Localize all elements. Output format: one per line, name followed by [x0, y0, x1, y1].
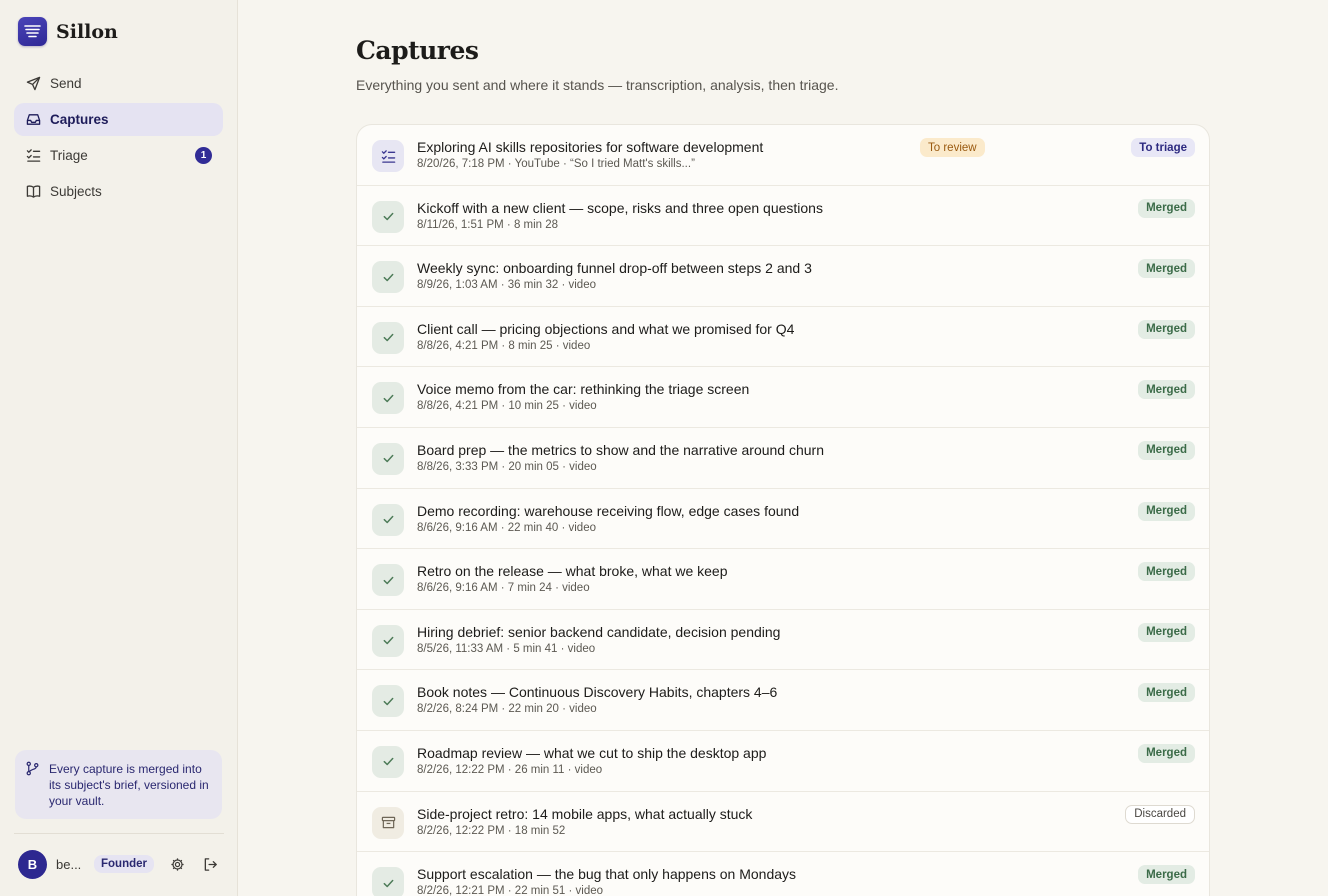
- capture-title: Demo recording: warehouse receiving flow…: [417, 502, 800, 519]
- capture-title: Retro on the release — what broke, what …: [417, 563, 728, 580]
- user-name: be...: [56, 856, 82, 872]
- capture-meta: 8/11/26, 1:51 PM · 8 min 28: [417, 218, 559, 231]
- capture-title: Book notes — Continuous Discovery Habits…: [417, 684, 778, 701]
- sidebar-item-captures[interactable]: Captures: [14, 103, 223, 136]
- captures-list: Exploring AI skills repositories for sof…: [356, 124, 1210, 896]
- send-icon: [25, 76, 41, 92]
- capture-row[interactable]: Demo recording: warehouse receiving flow…: [357, 489, 1209, 550]
- check-icon: [372, 745, 404, 778]
- capture-title: Exploring AI skills repositories for sof…: [417, 139, 764, 155]
- sidebar: Sillon Send Captures Triage 1 Subjects E…: [0, 0, 238, 896]
- status-badge: Merged: [1138, 198, 1195, 218]
- capture-meta: 8/6/26, 9:16 AM · 22 min 40 · video: [417, 521, 596, 534]
- status-badge: Merged: [1138, 259, 1195, 279]
- check-icon: [372, 564, 404, 597]
- sidebar-item-triage[interactable]: Triage 1: [14, 139, 223, 172]
- capture-row[interactable]: Hiring debrief: senior backend candidate…: [357, 610, 1209, 671]
- avatar[interactable]: B: [18, 849, 47, 879]
- sidebar-item-label: Captures: [50, 112, 109, 127]
- capture-title: Support escalation — the bug that only h…: [417, 866, 797, 883]
- status-badge: Merged: [1138, 501, 1195, 521]
- capture-title: Board prep — the metrics to show and the…: [417, 441, 824, 458]
- archive-icon: [372, 806, 404, 839]
- checklist-icon: [372, 140, 404, 172]
- info-card-text: Every capture is merged into its subject…: [49, 762, 209, 808]
- status-badge: Merged: [1138, 319, 1195, 339]
- brand[interactable]: Sillon: [18, 17, 118, 46]
- role-badge: Founder: [94, 855, 154, 873]
- check-icon: [372, 503, 404, 536]
- capture-row[interactable]: Client call — pricing objections and wha…: [357, 307, 1209, 368]
- page-title: Captures: [356, 36, 479, 65]
- git-branch-icon: [25, 761, 40, 780]
- capture-row[interactable]: Voice memo from the car: rethinking the …: [357, 367, 1209, 428]
- status-badge: To triage: [1131, 138, 1195, 157]
- capture-meta: 8/6/26, 9:16 AM · 7 min 24 · video: [417, 582, 590, 595]
- page-subtitle: Everything you sent and where it stands …: [356, 77, 839, 93]
- capture-row[interactable]: Exploring AI skills repositories for sof…: [357, 125, 1209, 186]
- status-badge: Merged: [1138, 865, 1195, 885]
- logo-icon: [18, 17, 47, 46]
- capture-row[interactable]: Board prep — the metrics to show and the…: [357, 428, 1209, 489]
- capture-title: Voice memo from the car: rethinking the …: [417, 381, 750, 398]
- sidebar-item-label: Triage: [50, 148, 88, 163]
- check-icon: [372, 382, 404, 415]
- capture-row[interactable]: Book notes — Continuous Discovery Habits…: [357, 670, 1209, 731]
- check-icon: [372, 685, 404, 718]
- main-content: Captures Everything you sent and where i…: [238, 0, 1328, 896]
- check-icon: [372, 200, 404, 233]
- capture-meta: 8/8/26, 4:21 PM · 10 min 25 · video: [417, 400, 597, 413]
- check-icon: [372, 442, 404, 475]
- sidebar-item-label: Subjects: [50, 184, 102, 199]
- check-icon: [372, 321, 404, 354]
- capture-meta: 8/2/26, 12:22 PM · 18 min 52: [417, 824, 566, 837]
- sidebar-nav: Send Captures Triage 1 Subjects: [14, 67, 223, 211]
- check-icon: [372, 867, 404, 896]
- capture-row[interactable]: Retro on the release — what broke, what …: [357, 549, 1209, 610]
- capture-title: Side-project retro: 14 mobile apps, what…: [417, 805, 753, 822]
- capture-title: Roadmap review — what we cut to ship the…: [417, 744, 767, 761]
- settings-gear-icon[interactable]: [167, 854, 187, 874]
- status-badge: Merged: [1138, 683, 1195, 703]
- capture-row[interactable]: Roadmap review — what we cut to ship the…: [357, 731, 1209, 792]
- sidebar-item-subjects[interactable]: Subjects: [14, 175, 223, 208]
- capture-row[interactable]: Kickoff with a new client — scope, risks…: [357, 186, 1209, 247]
- capture-meta: 8/8/26, 4:21 PM · 8 min 25 · video: [417, 339, 591, 352]
- check-icon: [372, 624, 404, 657]
- capture-title: Hiring debrief: senior backend candidate…: [417, 623, 781, 640]
- checklist-icon: [25, 148, 41, 164]
- sidebar-item-send[interactable]: Send: [14, 67, 223, 100]
- capture-title: Client call — pricing objections and wha…: [417, 320, 795, 337]
- info-card: Every capture is merged into its subject…: [15, 750, 222, 819]
- capture-meta: 8/2/26, 8:24 PM · 22 min 20 · video: [417, 703, 597, 716]
- book-icon: [25, 184, 41, 200]
- capture-meta: 8/2/26, 12:21 PM · 22 min 51 · video: [417, 885, 604, 896]
- check-icon: [372, 261, 404, 294]
- app-name: Sillon: [56, 20, 118, 43]
- sidebar-divider: [14, 833, 224, 834]
- capture-title: Weekly sync: onboarding funnel drop-off …: [417, 260, 812, 277]
- review-badge: To review: [920, 138, 985, 157]
- capture-meta: 8/2/26, 12:22 PM · 26 min 11 · video: [417, 763, 603, 776]
- user-row: B be... Founder: [18, 849, 224, 879]
- capture-row[interactable]: Support escalation — the bug that only h…: [357, 852, 1209, 896]
- logout-icon[interactable]: [200, 854, 220, 874]
- status-badge: Discarded: [1125, 804, 1195, 824]
- sidebar-item-label: Send: [50, 76, 82, 91]
- capture-row[interactable]: Weekly sync: onboarding funnel drop-off …: [357, 246, 1209, 307]
- capture-meta: 8/5/26, 11:33 AM · 5 min 41 · video: [417, 642, 596, 655]
- capture-title: Kickoff with a new client — scope, risks…: [417, 199, 823, 216]
- capture-meta: 8/9/26, 1:03 AM · 36 min 32 · video: [417, 279, 596, 292]
- capture-row[interactable]: Side-project retro: 14 mobile apps, what…: [357, 792, 1209, 853]
- capture-meta: 8/8/26, 3:33 PM · 20 min 05 · video: [417, 460, 597, 473]
- capture-meta: 8/20/26, 7:18 PM · YouTube · “So I tried…: [417, 158, 695, 170]
- status-badge: Merged: [1138, 743, 1195, 763]
- inbox-icon: [25, 112, 41, 128]
- status-badge: Merged: [1138, 440, 1195, 460]
- triage-count-badge: 1: [195, 147, 212, 164]
- status-badge: Merged: [1138, 622, 1195, 642]
- status-badge: Merged: [1138, 380, 1195, 400]
- status-badge: Merged: [1138, 562, 1195, 582]
